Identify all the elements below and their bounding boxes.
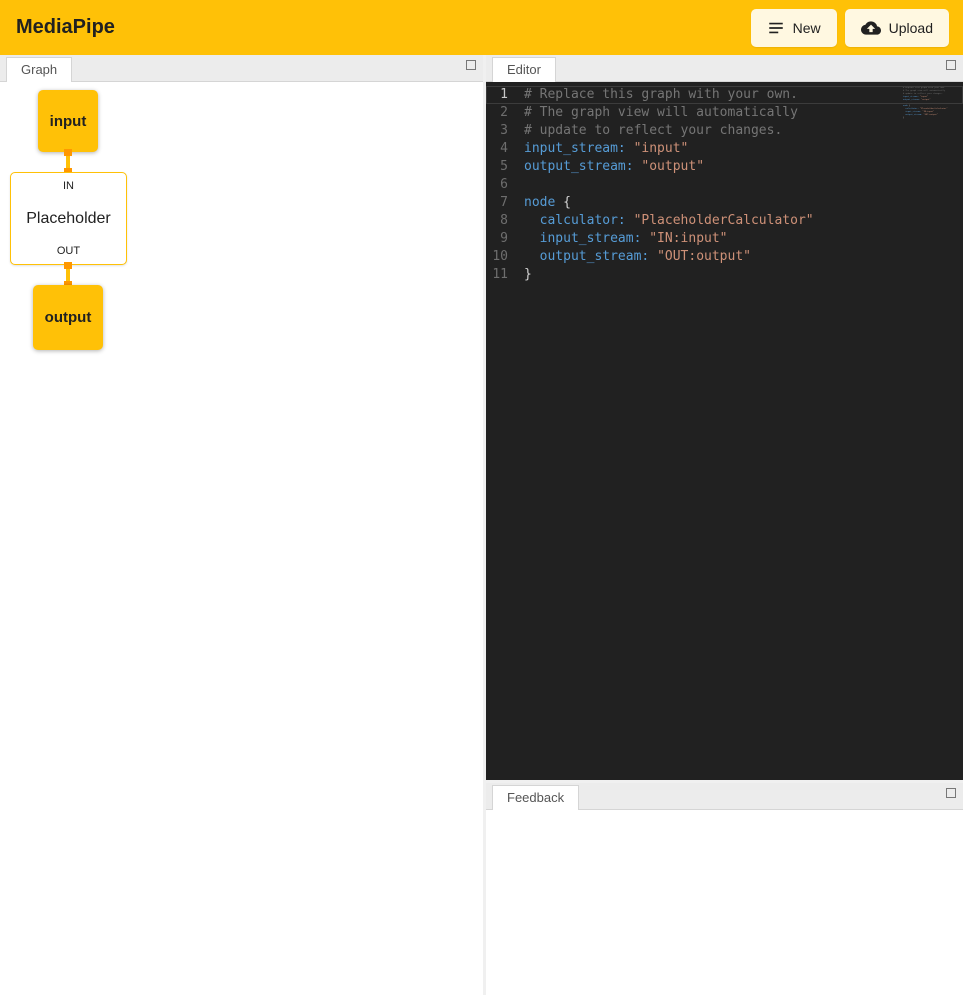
graph-node-placeholder[interactable]: IN Placeholder OUT (10, 172, 127, 265)
line-content: input_stream: "IN:input" (524, 230, 728, 248)
new-button-label: New (793, 20, 821, 36)
tab-feedback[interactable]: Feedback (492, 785, 579, 810)
tab-graph-label: Graph (21, 62, 57, 77)
placeholder-out-port: OUT (57, 245, 80, 257)
line-number: 3 (486, 122, 524, 140)
menu-icon (767, 19, 785, 37)
code-line[interactable]: 4input_stream: "input" (486, 140, 963, 158)
code-line[interactable]: 3# update to reflect your changes. (486, 122, 963, 140)
code-line[interactable]: 5output_stream: "output" (486, 158, 963, 176)
graph-edge-input-placeholder (66, 152, 70, 172)
code-editor[interactable]: 1# Replace this graph with your own.2# T… (486, 82, 963, 780)
graph-maximize-icon[interactable] (466, 60, 476, 70)
app-title: MediaPipe (16, 16, 115, 39)
code-line[interactable]: 8 calculator: "PlaceholderCalculator" (486, 212, 963, 230)
app-header: MediaPipe New Upload (0, 0, 963, 55)
code-line[interactable]: 2# The graph view will automatically (486, 104, 963, 122)
line-number: 9 (486, 230, 524, 248)
editor-tabbar: Editor (486, 55, 963, 82)
line-content: node { (524, 194, 571, 212)
graph-canvas[interactable]: input IN Placeholder OUT output (0, 82, 483, 995)
feedback-content (486, 810, 963, 995)
line-content: output_stream: "output" (524, 158, 704, 176)
cloud-upload-icon (861, 18, 881, 38)
line-number: 10 (486, 248, 524, 266)
header-actions: New Upload (751, 9, 949, 47)
line-content: # The graph view will automatically (524, 104, 798, 122)
line-number: 5 (486, 158, 524, 176)
graph-node-placeholder-label: Placeholder (26, 210, 111, 228)
feedback-tabbar: Feedback (486, 783, 963, 810)
feedback-maximize-icon[interactable] (946, 788, 956, 798)
editor-minimap[interactable]: # Replace this graph with your own.# The… (903, 87, 949, 120)
code-line[interactable]: 10 output_stream: "OUT:output" (486, 248, 963, 266)
code-line[interactable]: 9 input_stream: "IN:input" (486, 230, 963, 248)
upload-button[interactable]: Upload (845, 9, 949, 47)
graph-tabbar: Graph (0, 55, 483, 82)
line-number: 6 (486, 176, 524, 194)
editor-maximize-icon[interactable] (946, 60, 956, 70)
main-layout: Graph input IN Placeholder OUT output (0, 55, 963, 995)
line-number: 4 (486, 140, 524, 158)
line-content: } (524, 266, 532, 284)
line-content: input_stream: "input" (524, 140, 688, 158)
graph-edge-placeholder-output (66, 265, 70, 285)
upload-button-label: Upload (889, 20, 933, 36)
right-column: Editor 1# Replace this graph with your o… (486, 55, 963, 995)
graph-panel: Graph input IN Placeholder OUT output (0, 55, 483, 995)
tab-feedback-label: Feedback (507, 790, 564, 805)
tab-graph[interactable]: Graph (6, 57, 72, 82)
graph-node-input-label: input (50, 113, 87, 130)
line-number: 2 (486, 104, 524, 122)
new-button[interactable]: New (751, 9, 837, 47)
feedback-panel: Feedback (486, 783, 963, 995)
line-number: 1 (486, 86, 524, 104)
tab-editor-label: Editor (507, 62, 541, 77)
placeholder-in-port: IN (63, 180, 74, 192)
line-content: calculator: "PlaceholderCalculator" (524, 212, 814, 230)
code-line[interactable]: 11} (486, 266, 963, 284)
line-number: 7 (486, 194, 524, 212)
code-lines: 1# Replace this graph with your own.2# T… (486, 86, 963, 284)
line-content: # update to reflect your changes. (524, 122, 782, 140)
code-line[interactable]: 1# Replace this graph with your own. (486, 86, 963, 104)
line-content: output_stream: "OUT:output" (524, 248, 751, 266)
graph-node-output[interactable]: output (33, 285, 103, 350)
line-number: 8 (486, 212, 524, 230)
code-line[interactable]: 7node { (486, 194, 963, 212)
graph-node-output-label: output (45, 309, 92, 326)
tab-editor[interactable]: Editor (492, 57, 556, 82)
line-number: 11 (486, 266, 524, 284)
code-line[interactable]: 6 (486, 176, 963, 194)
line-content: # Replace this graph with your own. (524, 86, 798, 104)
editor-panel: Editor 1# Replace this graph with your o… (486, 55, 963, 780)
graph-node-input[interactable]: input (38, 90, 98, 152)
